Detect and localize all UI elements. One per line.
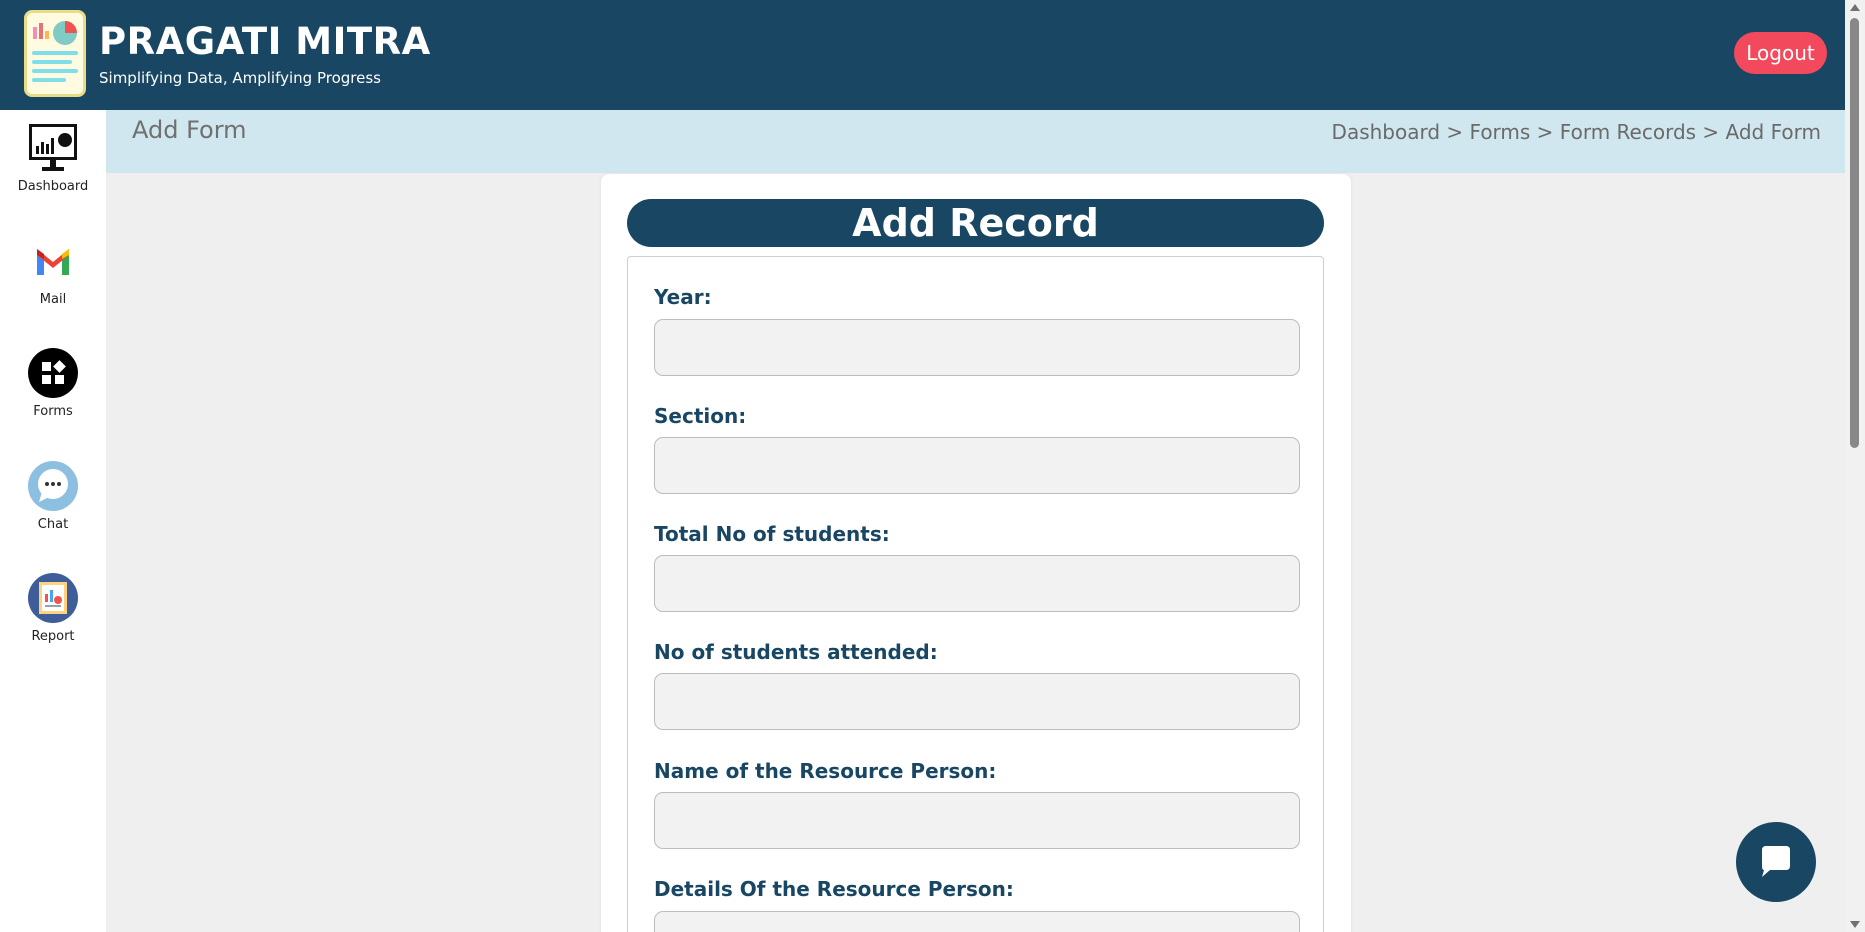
sidebar-item-mail[interactable]: Mail xyxy=(0,235,106,307)
brand-subtitle: Simplifying Data, Amplifying Progress xyxy=(99,69,381,87)
app-header: PRAGATI MITRA Simplifying Data, Amplifyi… xyxy=(0,0,1845,110)
chat-fab-button[interactable] xyxy=(1736,822,1816,902)
scroll-up-icon[interactable] xyxy=(1850,4,1860,11)
students-attended-label: No of students attended: xyxy=(654,640,938,664)
mail-icon xyxy=(37,249,69,275)
resource-person-details-label: Details Of the Resource Person: xyxy=(654,877,1014,901)
scroll-down-icon[interactable] xyxy=(1850,921,1860,928)
section-label: Section: xyxy=(654,404,747,428)
sidebar: Dashboard Mail Forms Chat Report xyxy=(0,110,106,932)
sidebar-item-report[interactable]: Report xyxy=(0,572,106,644)
record-form: Year: Section: Total No of students: No … xyxy=(627,256,1324,932)
logout-button[interactable]: Logout xyxy=(1734,32,1827,74)
report-icon xyxy=(28,573,78,623)
year-label: Year: xyxy=(654,285,712,309)
form-heading: Add Record xyxy=(627,199,1324,247)
sidebar-item-label: Report xyxy=(31,629,75,644)
resource-person-name-label: Name of the Resource Person: xyxy=(654,759,997,783)
app-logo xyxy=(24,10,86,97)
scroll-thumb[interactable] xyxy=(1850,18,1859,448)
resource-person-name-input[interactable] xyxy=(654,792,1300,849)
breadcrumb[interactable]: Dashboard > Forms > Form Records > Add F… xyxy=(1332,120,1821,144)
page-scrollbar[interactable] xyxy=(1845,0,1865,932)
chat-bubble-icon xyxy=(1762,846,1790,877)
sidebar-item-chat[interactable]: Chat xyxy=(0,460,106,532)
resource-person-details-input[interactable] xyxy=(654,911,1300,932)
page-title: Add Form xyxy=(132,116,247,144)
chat-icon xyxy=(28,461,78,511)
students-attended-input[interactable] xyxy=(654,673,1300,730)
sidebar-item-forms[interactable]: Forms xyxy=(0,347,106,419)
year-input[interactable] xyxy=(654,319,1300,376)
sidebar-item-label: Forms xyxy=(33,404,73,419)
page-titlebar: Add Form Dashboard > Forms > Form Record… xyxy=(106,110,1845,173)
dashboard-monitor-icon xyxy=(29,124,77,171)
forms-icon xyxy=(28,348,78,398)
total-students-label: Total No of students: xyxy=(654,522,890,546)
sidebar-item-label: Dashboard xyxy=(17,179,89,194)
total-students-input[interactable] xyxy=(654,555,1300,612)
sidebar-item-label: Chat xyxy=(37,517,69,532)
add-record-card: Add Record Year: Section: Total No of st… xyxy=(601,174,1351,932)
sidebar-item-label: Mail xyxy=(39,292,67,307)
section-input[interactable] xyxy=(654,437,1300,494)
sidebar-item-dashboard[interactable]: Dashboard xyxy=(0,122,106,194)
brand-title: PRAGATI MITRA xyxy=(99,20,431,63)
